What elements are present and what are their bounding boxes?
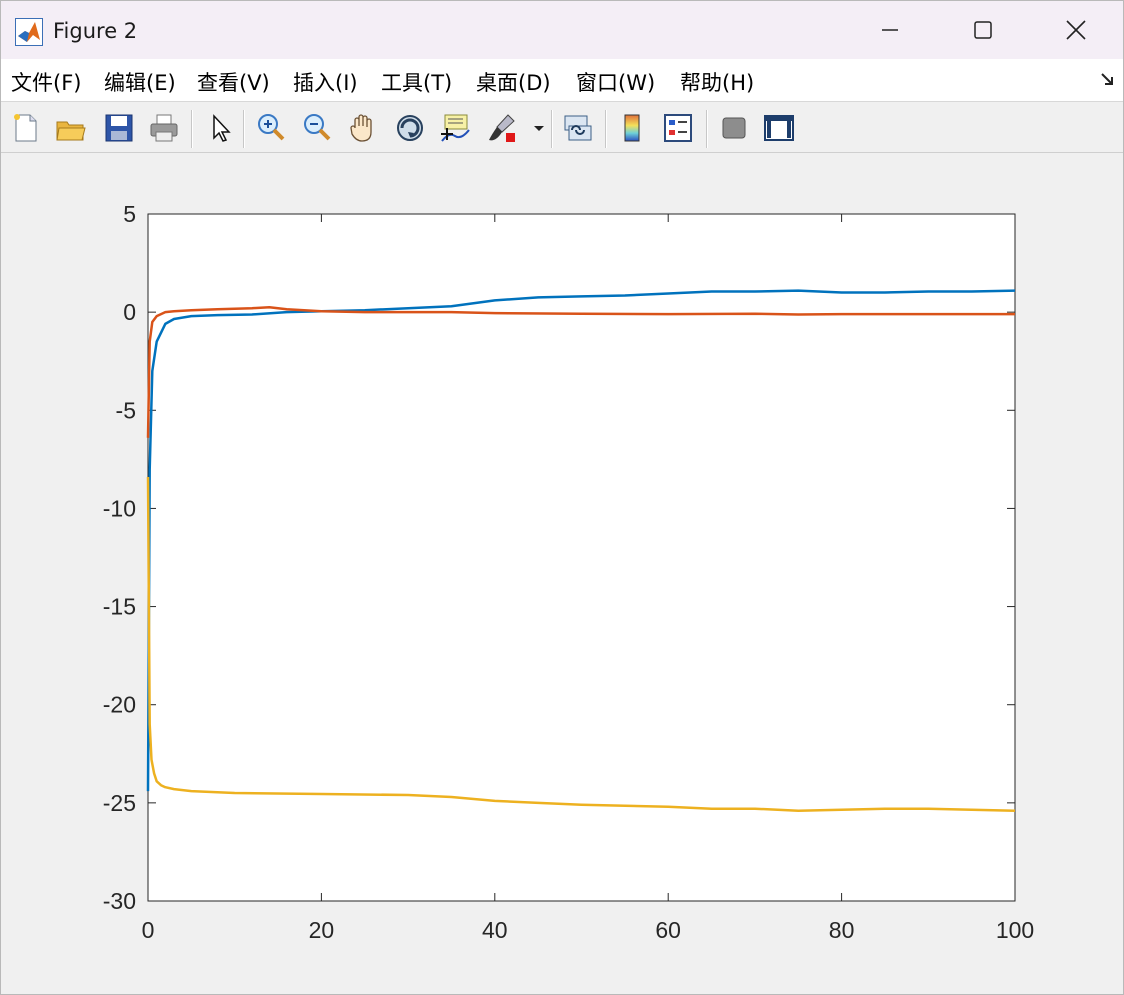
y-tick-label: -15 bbox=[103, 594, 136, 620]
axes-background[interactable] bbox=[147, 213, 1016, 902]
x-tick-label: 60 bbox=[655, 917, 681, 943]
y-tick-label: -10 bbox=[103, 495, 136, 521]
y-tick-label: 5 bbox=[123, 201, 136, 227]
y-tick-label: -25 bbox=[103, 790, 136, 816]
y-tick-label: -30 bbox=[103, 888, 136, 914]
x-tick-label: 40 bbox=[482, 917, 508, 943]
x-tick-label: 80 bbox=[829, 917, 855, 943]
y-tick-label: 0 bbox=[123, 299, 136, 325]
y-tick-label: -5 bbox=[116, 397, 136, 423]
x-tick-label: 0 bbox=[142, 917, 155, 943]
x-tick-label: 100 bbox=[996, 917, 1034, 943]
figure-canvas: 0 20 40 60 80 100 5 0 -5 -10 -15 -20 -25 -30 bbox=[103, 201, 1034, 943]
x-tick-label: 20 bbox=[309, 917, 335, 943]
y-tick-label: -20 bbox=[103, 692, 136, 718]
